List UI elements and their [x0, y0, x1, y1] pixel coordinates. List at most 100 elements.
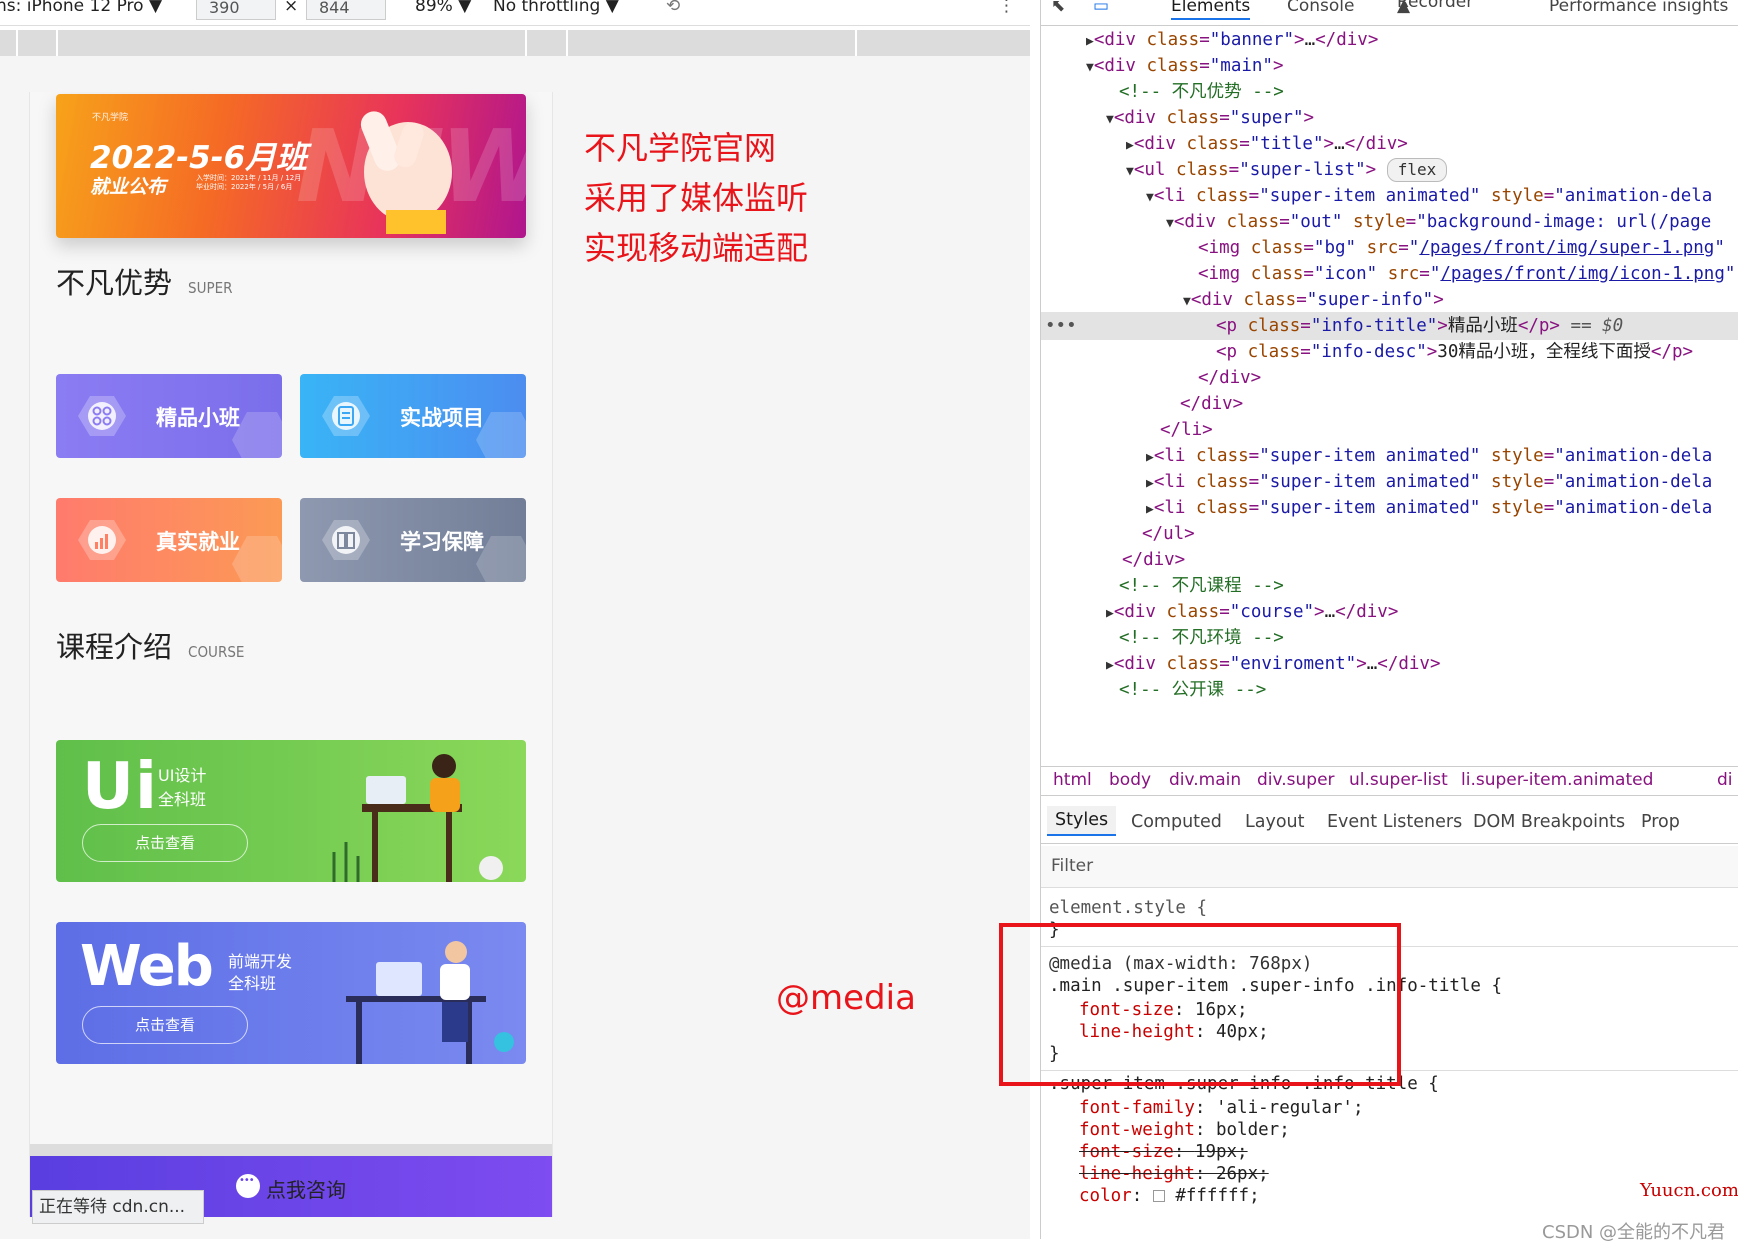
color-swatch[interactable]	[1152, 1190, 1165, 1202]
dom-line-selected[interactable]: ••• <p class="info-title">精品小班</p> == $0	[1041, 312, 1738, 340]
yuucn-watermark: Yuucn.com	[1640, 1180, 1738, 1201]
super-section-title: 不凡优势 SUPER	[56, 266, 233, 300]
img-src-link[interactable]: /pages/front/img/super-1.png	[1419, 238, 1714, 258]
csdn-watermark: CSDN @全能的不凡君	[1542, 1222, 1726, 1243]
dom-comment[interactable]: <!-- 公开课 -->	[1041, 676, 1738, 704]
course-line1: UI设计	[158, 766, 207, 785]
web-developer-illustration	[346, 941, 514, 1064]
styles-filter-input[interactable]: Filter	[1041, 846, 1738, 888]
super-card-1[interactable]: 精品小班	[56, 374, 282, 458]
height-input[interactable]: 844	[306, 0, 386, 20]
tab-dom-breakpoints[interactable]: DOM Breakpoints	[1473, 812, 1625, 832]
tab-layout[interactable]: Layout	[1245, 812, 1305, 832]
dom-line[interactable]: </li>	[1041, 416, 1738, 444]
dom-comment[interactable]: <!-- 不凡课程 -->	[1041, 572, 1738, 600]
consult-label: 点我咨询	[266, 1178, 346, 1202]
dom-line[interactable]: ▶<li class="super-item animated" style="…	[1041, 494, 1738, 522]
dom-line[interactable]: <p class="info-desc">30精品小班，全程线下面授</p>	[1041, 338, 1738, 366]
course-line2: 全科班	[158, 790, 207, 809]
img-src-link[interactable]: /pages/front/img/icon-1.png	[1440, 264, 1724, 284]
super-card-4[interactable]: 学习保障	[300, 498, 526, 582]
style-property[interactable]: color: #ffffff;	[1079, 1184, 1260, 1208]
dom-line[interactable]: ▼<div class="main">	[1041, 52, 1738, 80]
crumb[interactable]: ul.super-list	[1349, 770, 1448, 790]
tab-event-listeners[interactable]: Event Listeners	[1327, 812, 1462, 832]
crumb[interactable]: div.main	[1169, 770, 1241, 790]
zoom-select[interactable]: 89% ▼	[415, 0, 471, 16]
dom-line[interactable]: ▼<li class="super-item animated" style="…	[1041, 182, 1738, 210]
tab-performance-insights[interactable]: Performance insights	[1549, 0, 1728, 16]
dom-line[interactable]: ▶<li class="super-item animated" style="…	[1041, 468, 1738, 496]
dom-line[interactable]: </div>	[1041, 364, 1738, 392]
dom-line[interactable]: ▼<ul class="super-list"> flex	[1041, 156, 1738, 184]
decor-hex-icon	[232, 412, 282, 458]
dom-line[interactable]: <img class="bg" src="/pages/front/img/su…	[1041, 234, 1738, 262]
dom-line[interactable]: ▶<li class="super-item animated" style="…	[1041, 442, 1738, 470]
decor-hex-icon	[476, 536, 526, 582]
dom-line[interactable]: ▼<div class="super-info">	[1041, 286, 1738, 314]
media-query-ruler[interactable]	[0, 30, 1030, 56]
dom-line[interactable]: ▶<div class="enviroment">…</div>	[1041, 650, 1738, 678]
width-input[interactable]: 390	[196, 0, 276, 20]
phone-viewport: 不凡学院 NEW 2022-5-6月班 就业公布 入学时间：2021年 / 11…	[29, 92, 553, 1217]
crumb[interactable]: html	[1053, 770, 1092, 790]
super-card-2[interactable]: 实战项目	[300, 374, 526, 458]
dom-line[interactable]: ▼<div class="super">	[1041, 104, 1738, 132]
super-card-3[interactable]: 真实就业	[56, 498, 282, 582]
banner-image[interactable]: 不凡学院 NEW 2022-5-6月班 就业公布 入学时间：2021年 / 11…	[56, 94, 526, 238]
crumb[interactable]: div.super	[1257, 770, 1335, 790]
view-course-button[interactable]: 点击查看	[82, 824, 248, 862]
dom-line[interactable]: ▶<div class="course">…</div>	[1041, 598, 1738, 626]
dom-line[interactable]: </ul>	[1041, 520, 1738, 548]
decor-hex-icon	[476, 412, 526, 458]
course-section-title: 课程介绍 COURSE	[56, 630, 245, 664]
tab-styles[interactable]: Styles	[1047, 806, 1117, 836]
device-select[interactable]: ns: iPhone 12 Pro ▼	[0, 0, 162, 16]
course-line1: 前端开发	[228, 952, 293, 971]
crumb[interactable]: body	[1109, 770, 1151, 790]
grid-icon	[78, 396, 126, 436]
banner-subtitle: 就业公布	[90, 176, 167, 198]
ui-designer-illustration	[332, 754, 503, 882]
dom-line[interactable]: ▶<div class="banner">…</div>	[1041, 26, 1738, 54]
dom-comment[interactable]: <!-- 不凡优势 -->	[1041, 78, 1738, 106]
crumb[interactable]: di	[1717, 770, 1733, 790]
highlight-box	[999, 923, 1401, 1086]
tab-properties[interactable]: Prop	[1641, 812, 1680, 832]
flex-badge[interactable]: flex	[1386, 158, 1448, 182]
dom-line[interactable]: ▶<div class="title">…</div>	[1041, 130, 1738, 158]
document-icon	[322, 396, 370, 436]
course-card-ui[interactable]: Ui UI设计 全科班 点击查看	[56, 740, 526, 882]
throttling-select[interactable]: No throttling ▼	[493, 0, 619, 16]
tab-console[interactable]: Console	[1287, 0, 1355, 16]
course-card-web[interactable]: Web 前端开发 全科班 点击查看	[56, 922, 526, 1064]
dom-line[interactable]: </div>	[1041, 546, 1738, 574]
loading-status: 正在等待 cdn.cn...	[32, 1190, 204, 1224]
media-annotation: @media	[776, 978, 916, 1018]
more-options-icon[interactable]: ⋮	[998, 0, 1015, 16]
style-property-overridden[interactable]: font-size: 19px;	[1079, 1140, 1248, 1164]
style-property-overridden[interactable]: line-height: 26px;	[1079, 1162, 1269, 1186]
chat-icon	[236, 1174, 260, 1198]
crumb[interactable]: li.super-item.animated	[1461, 770, 1653, 790]
dom-line[interactable]: ▼<div class="out" style="background-imag…	[1041, 208, 1738, 236]
swap-dimensions-icon[interactable]: ×	[284, 0, 298, 16]
inspect-icon[interactable]: ⬉	[1051, 0, 1065, 16]
style-property[interactable]: font-weight: bolder;	[1079, 1118, 1290, 1142]
element-style-rule[interactable]: element.style {	[1049, 896, 1207, 920]
dom-comment[interactable]: <!-- 不凡环境 -->	[1041, 624, 1738, 652]
tab-recorder[interactable]: Recorder ▲	[1397, 0, 1473, 16]
device-toolbar: ns: iPhone 12 Pro ▼ 390 × 844 89% ▼ No t…	[0, 0, 1030, 26]
view-course-button[interactable]: 点击查看	[82, 1006, 248, 1044]
device-toggle-icon[interactable]: ▭	[1093, 0, 1109, 16]
rotate-icon[interactable]: ⟲	[666, 0, 680, 16]
style-property[interactable]: font-family: 'ali-regular';	[1079, 1096, 1364, 1120]
book-icon	[322, 520, 370, 560]
tab-computed[interactable]: Computed	[1131, 812, 1222, 832]
hand-illustration	[360, 111, 452, 234]
bar-chart-icon	[78, 520, 126, 560]
dom-line[interactable]: </div>	[1041, 390, 1738, 418]
tab-elements[interactable]: Elements	[1171, 0, 1251, 20]
dom-tree[interactable]: ▶<div class="banner">…</div> ▼<div class…	[1041, 26, 1738, 766]
dom-line[interactable]: <img class="icon" src="/pages/front/img/…	[1041, 260, 1738, 288]
